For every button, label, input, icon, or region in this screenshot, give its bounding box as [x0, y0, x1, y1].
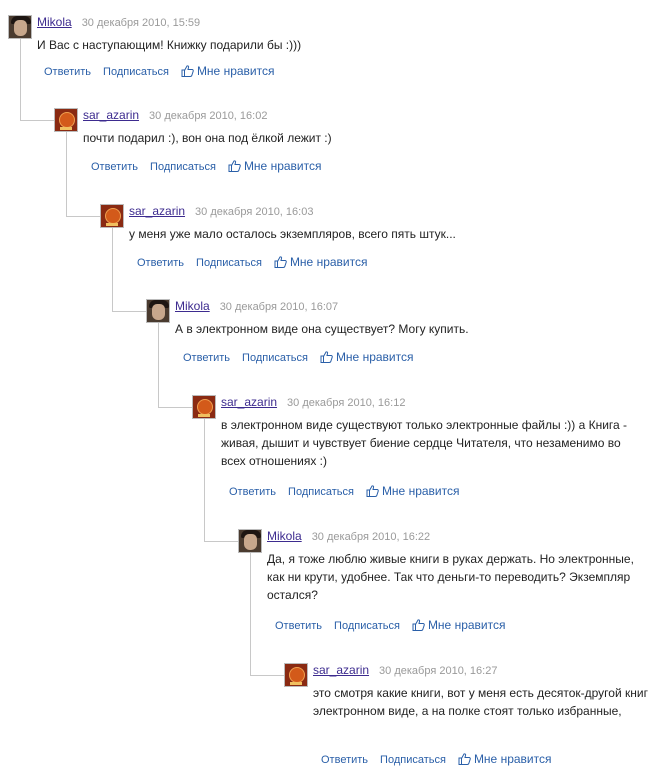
comment-text: И Вас с наступающим! Книжку подарили бы … [37, 36, 301, 54]
comment-thread: Mikola 30 декабря 2010, 15:59 И Вас с наст… [0, 0, 652, 766]
comment-actions: Ответить Подписаться Мне нравится [229, 484, 459, 499]
mikola-avatar[interactable] [8, 15, 32, 39]
like-label: Мне нравится [243, 159, 322, 173]
like-label: Мне нравится [427, 618, 506, 632]
like-button[interactable]: Мне нравится [412, 618, 506, 632]
thumbs-up-icon [320, 351, 333, 363]
comment-text-line: в электронном виде существуют только эле… [221, 418, 628, 432]
reply-connector [66, 132, 101, 217]
author-link[interactable]: sar_azarin [313, 663, 369, 677]
like-button[interactable]: Мне нравится [181, 64, 275, 78]
comment-text-line: электронном виде, а на полке стоят тольк… [313, 704, 622, 718]
subscribe-link[interactable]: Подписаться [380, 754, 446, 766]
comment-meta: Mikola 30 декабря 2010, 16:22 [267, 529, 430, 544]
comment-date: 30 декабря 2010, 15:59 [81, 17, 201, 29]
sar-azarin-avatar[interactable] [100, 204, 124, 228]
reply-connector [204, 419, 239, 542]
sar-azarin-avatar[interactable] [284, 663, 308, 687]
thumbs-up-icon [458, 753, 471, 765]
comment-text: в электронном виде существуют только эле… [221, 416, 627, 470]
thumbs-up-icon [181, 65, 194, 77]
like-button[interactable]: Мне нравится [228, 159, 322, 173]
comment-text-line: И Вас с наступающим! Книжку подарили бы … [37, 38, 302, 52]
reply-connector [250, 553, 285, 676]
like-label: Мне нравится [335, 350, 414, 364]
comment-meta: Mikola 30 декабря 2010, 15:59 [37, 15, 200, 30]
comment-date: 30 декабря 2010, 16:22 [311, 531, 431, 543]
like-label: Мне нравится [381, 484, 460, 498]
comment-actions: Ответить Подписаться Мне нравится [321, 752, 551, 767]
comment-text-line: всех отношениях :) [221, 454, 327, 468]
comment-actions: Ответить Подписаться Мне нравится [91, 159, 321, 174]
like-label: Мне нравится [196, 64, 275, 78]
comment-text-line: остался? [267, 588, 318, 602]
subscribe-link[interactable]: Подписаться [150, 161, 216, 173]
comment-actions: Ответить Подписаться Мне нравится [275, 618, 505, 633]
like-label: Мне нравится [289, 255, 368, 269]
comment-text-line: Да, я тоже люблю живые книги в руках дер… [267, 552, 634, 566]
comment-actions: Ответить Подписаться Мне нравится [44, 64, 274, 79]
comment-meta: sar_azarin 30 декабря 2010, 16:03 [129, 204, 313, 219]
comment-actions: Ответить Подписаться Мне нравится [183, 350, 413, 365]
comment-date: 30 декабря 2010, 16:12 [287, 397, 406, 409]
like-button[interactable]: Мне нравится [274, 255, 368, 269]
comment-date: 30 декабря 2010, 16:03 [195, 206, 314, 218]
like-button[interactable]: Мне нравится [366, 484, 460, 498]
comment-text: Да, я тоже люблю живые книги в руках дер… [267, 550, 634, 604]
subscribe-link[interactable]: Подписаться [242, 352, 308, 364]
thumbs-up-icon [366, 485, 379, 497]
subscribe-link[interactable]: Подписаться [334, 620, 400, 632]
comment-text: у меня уже мало осталось экземпляров, вс… [129, 225, 456, 243]
like-button[interactable]: Мне нравится [320, 350, 414, 364]
thumbs-up-icon [412, 619, 425, 631]
author-link[interactable]: Mikola [267, 529, 302, 543]
reply-connector [112, 228, 147, 312]
comment-text-line: это смотря какие книги, вот у меня есть … [313, 686, 652, 700]
author-link[interactable]: Mikola [175, 299, 210, 313]
comment-text: это смотря какие книги, вот у меня есть … [313, 684, 652, 720]
comment-text-line: как ни крути, удобнее. Так что деньги-то… [267, 570, 631, 584]
comment-date: 30 декабря 2010, 16:27 [379, 665, 498, 677]
comment-meta: sar_azarin 30 декабря 2010, 16:02 [83, 108, 267, 123]
mikola-avatar[interactable] [146, 299, 170, 323]
comment-text-line: у меня уже мало осталось экземпляров, вс… [129, 227, 456, 241]
comment-date: 30 декабря 2010, 16:07 [219, 301, 339, 313]
comment-meta: Mikola 30 декабря 2010, 16:07 [175, 299, 338, 314]
author-link[interactable]: sar_azarin [129, 204, 185, 218]
author-link[interactable]: Mikola [37, 15, 72, 29]
comment-actions: Ответить Подписаться Мне нравится [137, 255, 367, 270]
comment-meta: sar_azarin 30 декабря 2010, 16:27 [313, 663, 497, 678]
comment-date: 30 декабря 2010, 16:02 [149, 110, 268, 122]
like-button[interactable]: Мне нравится [458, 752, 552, 766]
comment-meta: sar_azarin 30 декабря 2010, 16:12 [221, 395, 405, 410]
like-label: Мне нравится [473, 752, 552, 766]
author-link[interactable]: sar_azarin [221, 395, 277, 409]
reply-link[interactable]: Ответить [321, 754, 368, 766]
comment-text: А в электронном виде она существует? Мог… [175, 320, 469, 338]
thumbs-up-icon [228, 160, 241, 172]
sar-azarin-avatar[interactable] [54, 108, 78, 132]
thumbs-up-icon [274, 256, 287, 268]
reply-connector [158, 323, 193, 408]
comment-text: почти подарил :), вон она под ёлкой лежи… [83, 129, 332, 147]
author-link[interactable]: sar_azarin [83, 108, 139, 122]
comment-text-line: живая, дышит и чувствует биение сердце Ч… [221, 436, 621, 450]
comment-text-line: А в электронном виде она существует? Мог… [175, 322, 469, 336]
subscribe-link[interactable]: Подписаться [103, 66, 169, 78]
mikola-avatar[interactable] [238, 529, 262, 553]
reply-connector [20, 39, 55, 121]
comment-text-line: почти подарил :), вон она под ёлкой лежи… [83, 131, 332, 145]
sar-azarin-avatar[interactable] [192, 395, 216, 419]
subscribe-link[interactable]: Подписаться [288, 486, 354, 498]
subscribe-link[interactable]: Подписаться [196, 257, 262, 269]
